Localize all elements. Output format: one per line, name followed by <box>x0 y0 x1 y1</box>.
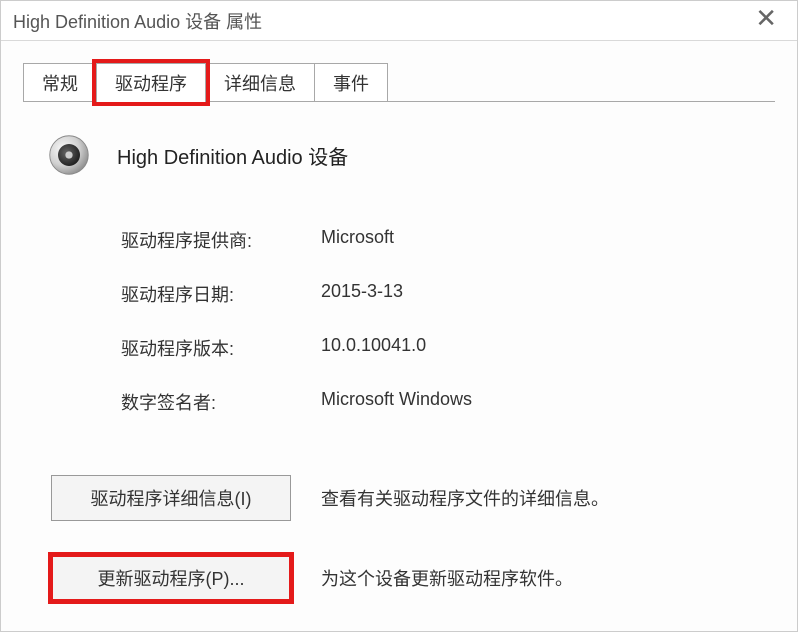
speaker-icon <box>47 133 91 177</box>
date-value: 2015-3-13 <box>321 281 757 307</box>
provider-label: 驱动程序提供商: <box>121 227 321 253</box>
close-icon[interactable]: ✕ <box>745 3 787 34</box>
version-label: 驱动程序版本: <box>121 335 321 361</box>
tab-content: High Definition Audio 设备 驱动程序提供商: Micros… <box>1 103 797 601</box>
provider-value: Microsoft <box>321 227 757 253</box>
tabs: 常规 驱动程序 详细信息 事件 <box>1 41 797 102</box>
tab-general[interactable]: 常规 <box>23 63 97 102</box>
update-driver-desc: 为这个设备更新驱动程序软件。 <box>321 565 573 591</box>
device-header: High Definition Audio 设备 <box>41 133 757 177</box>
version-value: 10.0.10041.0 <box>321 335 757 361</box>
signer-value: Microsoft Windows <box>321 389 757 415</box>
driver-info: 驱动程序提供商: Microsoft 驱动程序日期: 2015-3-13 驱动程… <box>41 227 757 415</box>
titlebar: High Definition Audio 设备 属性 ✕ <box>1 1 797 41</box>
update-row: 更新驱动程序(P)... 为这个设备更新驱动程序软件。 <box>51 555 757 601</box>
tab-driver[interactable]: 驱动程序 <box>96 63 206 102</box>
driver-details-desc: 查看有关驱动程序文件的详细信息。 <box>321 485 609 511</box>
window-title: High Definition Audio 设备 属性 <box>13 8 262 34</box>
date-label: 驱动程序日期: <box>121 281 321 307</box>
signer-label: 数字签名者: <box>121 389 321 415</box>
tab-events[interactable]: 事件 <box>314 63 388 102</box>
details-row: 驱动程序详细信息(I) 查看有关驱动程序文件的详细信息。 <box>51 475 757 521</box>
driver-details-button[interactable]: 驱动程序详细信息(I) <box>51 475 291 521</box>
update-driver-button[interactable]: 更新驱动程序(P)... <box>51 555 291 601</box>
device-name: High Definition Audio 设备 <box>117 141 348 170</box>
tab-details[interactable]: 详细信息 <box>205 63 315 102</box>
